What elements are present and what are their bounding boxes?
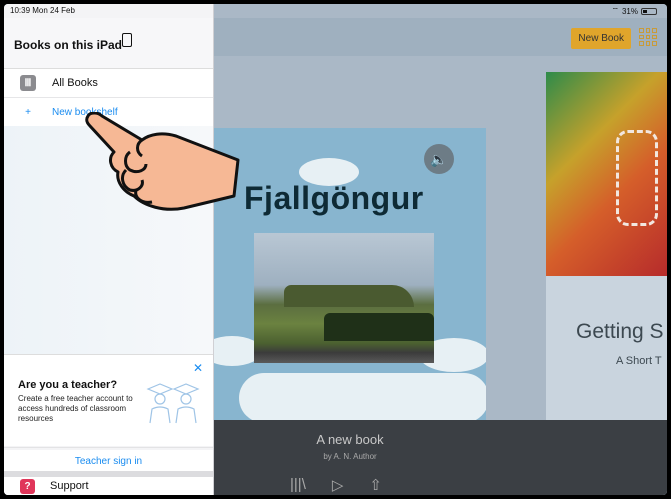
ipad-screen: 10:39 Mon 24 Feb ⌔ 31% New Book 🔈 Fjallg… — [4, 4, 667, 495]
book-title: A new book — [316, 432, 384, 447]
next-book-cover[interactable]: Getting S A Short T — [546, 72, 667, 420]
top-toolbar: New Book — [214, 18, 667, 56]
speaker-icon[interactable]: 🔈 — [424, 144, 454, 174]
play-icon[interactable]: ▷ — [332, 476, 344, 494]
next-book-subtitle: A Short T — [616, 355, 662, 367]
sidebar-title: Books on this iPad — [14, 38, 123, 52]
teacher-banner: ✕ Are you a teacher? Create a free teach… — [4, 354, 213, 448]
sidebar-item-label: All Books — [52, 77, 98, 89]
sidebar: Books on this iPad Ⅲ All Books + New boo… — [4, 4, 214, 495]
teacher-heading: Are you a teacher? — [18, 379, 118, 391]
ipad-icon — [122, 33, 132, 47]
books-icon: Ⅲ — [20, 75, 36, 91]
book-info-bar: A new book by A. N. Author |||\ ▷ ⇧ — [214, 420, 667, 495]
grid-view-icon[interactable] — [639, 28, 657, 46]
question-icon: ? — [20, 478, 35, 494]
share-icon[interactable]: ⇧ — [369, 476, 382, 494]
teacher-graduates-icon — [146, 383, 200, 424]
library-icon[interactable]: |||\ — [290, 476, 306, 494]
teacher-description: Create a free teacher account to access … — [18, 394, 133, 423]
status-bar: 10:39 Mon 24 Feb ⌔ 31% — [4, 4, 667, 18]
library-main: New Book 🔈 Fjallgöngur Getting S A Short… — [214, 4, 667, 495]
battery-icon — [641, 7, 657, 15]
plus-icon: + — [25, 106, 31, 118]
cloud-decoration — [239, 373, 486, 420]
book-cover[interactable]: 🔈 Fjallgöngur — [214, 128, 486, 420]
battery-percent: 31% — [621, 6, 638, 16]
status-indicators: ⌔ 31% — [611, 6, 657, 16]
book-outline-icon — [616, 130, 658, 226]
wifi-icon: ⌔ — [611, 6, 619, 15]
pointing-hand-icon — [85, 112, 240, 211]
support-item[interactable]: ? Support — [4, 477, 213, 495]
support-label: Support — [50, 480, 89, 492]
cover-title: Fjallgöngur — [244, 180, 424, 216]
status-time: 10:39 Mon 24 Feb — [10, 6, 75, 15]
cover-photo — [254, 233, 434, 363]
close-icon[interactable]: ✕ — [193, 361, 203, 375]
new-book-button[interactable]: New Book — [571, 28, 631, 49]
book-actions: |||\ ▷ ⇧ — [290, 476, 382, 494]
sidebar-item-all-books[interactable]: Ⅲ All Books — [4, 69, 213, 98]
next-book-title: Getting S — [576, 320, 664, 343]
book-author: by A. N. Author — [323, 452, 377, 461]
